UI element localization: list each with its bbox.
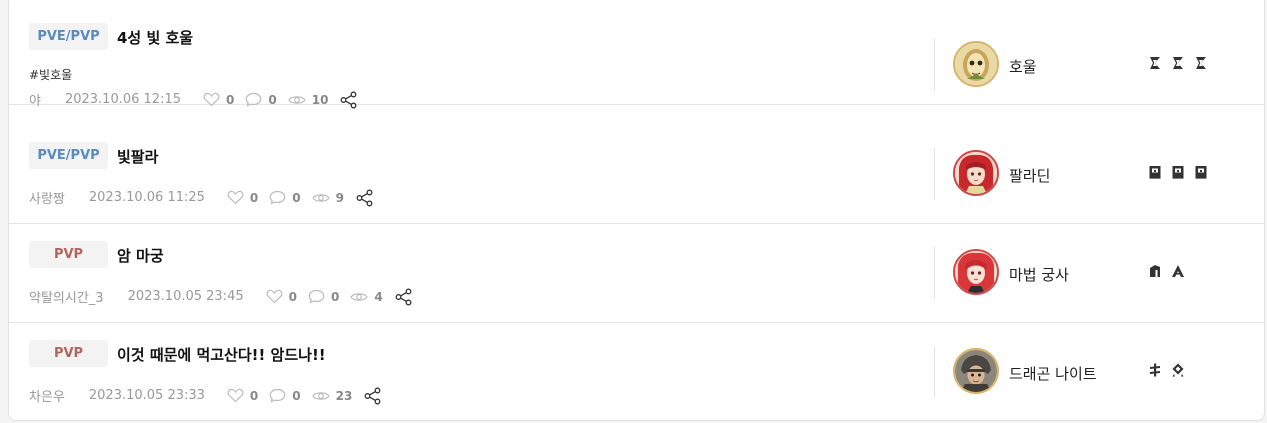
class-name: 호울 [1009, 58, 1037, 76]
comment-icon[interactable] [269, 190, 286, 205]
comment-icon[interactable] [245, 92, 262, 107]
eye-icon [311, 192, 330, 204]
rune-diamond-icon [1171, 362, 1185, 378]
rune-box-icon [1171, 164, 1185, 180]
comment-icon[interactable] [308, 289, 325, 304]
eye-icon [288, 94, 306, 106]
share-icon[interactable] [356, 189, 374, 207]
rune-cross-icon [1148, 362, 1162, 378]
class-name: 드래곤 나이트 [1009, 365, 1097, 383]
eye-icon [350, 291, 369, 303]
class-name: 마법 궁사 [1009, 266, 1069, 284]
heart-icon[interactable] [266, 289, 283, 304]
post-hashtag[interactable]: #빛호울 [29, 66, 72, 83]
category-tag[interactable]: PVP [29, 241, 108, 268]
post-author[interactable]: 야 [29, 90, 41, 109]
share-icon[interactable] [395, 288, 413, 306]
post-author[interactable]: 차은우 [29, 386, 65, 405]
post-title[interactable]: 암 마궁 [117, 245, 164, 266]
post-title[interactable]: 4성 빛 호울 [117, 27, 193, 48]
like-count: 0 [226, 92, 235, 107]
divider [934, 346, 935, 398]
divider [934, 148, 935, 200]
post-date: 2023.10.05 23:33 [88, 388, 205, 403]
category-tag[interactable]: PVE/PVP [29, 142, 108, 169]
post-author[interactable]: 사랑짱 [29, 188, 65, 207]
like-count: 0 [288, 289, 297, 304]
rune-box-icon [1194, 164, 1208, 180]
howl-avatar-icon[interactable] [953, 41, 999, 87]
like-count: 0 [249, 190, 259, 205]
post-row[interactable]: PVP 이것 때문에 먹고산다!! 암드나!! 차은우 2023.10.05 2… [9, 323, 1264, 420]
comment-icon[interactable] [269, 388, 286, 403]
post-row[interactable]: PVE/PVP 4성 빛 호울 #빛호울 야 2023.10.06 12:15 … [9, 6, 1264, 109]
category-tag[interactable]: PVE/PVP [29, 23, 108, 50]
rune-box-icon [1148, 164, 1162, 180]
comment-count: 0 [292, 190, 301, 205]
view-count: 10 [311, 92, 329, 107]
post-row[interactable]: PVE/PVP 빛팔라 사랑짱 2023.10.06 11:25 0 0 9 팔… [9, 125, 1264, 224]
skill-marks [1148, 362, 1185, 378]
rune-tower-icon [1148, 263, 1162, 279]
divider [934, 39, 935, 91]
comment-count: 0 [268, 92, 277, 107]
class-name: 팔라딘 [1009, 167, 1051, 185]
heart-icon[interactable] [203, 92, 220, 107]
magic-archer-avatar-icon[interactable] [953, 249, 999, 295]
category-tag[interactable]: PVP [29, 340, 108, 367]
post-meta: 야 2023.10.06 12:15 0 0 10 [29, 90, 358, 109]
view-count: 9 [335, 190, 344, 205]
heart-icon[interactable] [227, 388, 244, 403]
skill-marks [1148, 263, 1185, 279]
paladin-avatar-icon[interactable] [953, 150, 999, 196]
post-meta: 사랑짱 2023.10.06 11:25 0 0 9 [29, 188, 374, 207]
view-count: 23 [335, 388, 353, 403]
heart-icon[interactable] [227, 190, 244, 205]
post-meta: 약탈의시간_3 2023.10.05 23:45 0 0 4 [29, 287, 413, 306]
post-title[interactable]: 빛팔라 [117, 146, 158, 167]
divider [934, 247, 935, 299]
share-icon[interactable] [364, 387, 382, 405]
skill-marks [1148, 55, 1208, 71]
dragon-knight-avatar-icon[interactable] [953, 348, 999, 394]
eye-icon [311, 390, 330, 402]
view-count: 4 [374, 289, 383, 304]
rune-zigzag-icon [1171, 55, 1185, 71]
post-row[interactable]: PVP 암 마궁 약탈의시간_3 2023.10.05 23:45 0 0 4 … [9, 224, 1264, 323]
post-date: 2023.10.06 12:15 [64, 92, 181, 107]
comment-count: 0 [292, 388, 301, 403]
like-count: 0 [249, 388, 259, 403]
share-icon[interactable] [340, 91, 358, 109]
rune-zigzag-icon [1194, 55, 1208, 71]
skill-marks [1148, 164, 1208, 180]
post-title[interactable]: 이것 때문에 먹고산다!! 암드나!! [117, 344, 326, 365]
post-date: 2023.10.05 23:45 [127, 289, 244, 304]
rune-arrow-icon [1171, 263, 1185, 279]
post-date: 2023.10.06 11:25 [88, 190, 205, 205]
post-list: PVE/PVP 4성 빛 호울 #빛호울 야 2023.10.06 12:15 … [8, 0, 1265, 421]
comment-count: 0 [330, 289, 340, 304]
post-author[interactable]: 약탈의시간_3 [29, 287, 104, 306]
post-meta: 차은우 2023.10.05 23:33 0 0 23 [29, 386, 382, 405]
rune-zigzag-icon [1148, 55, 1162, 71]
